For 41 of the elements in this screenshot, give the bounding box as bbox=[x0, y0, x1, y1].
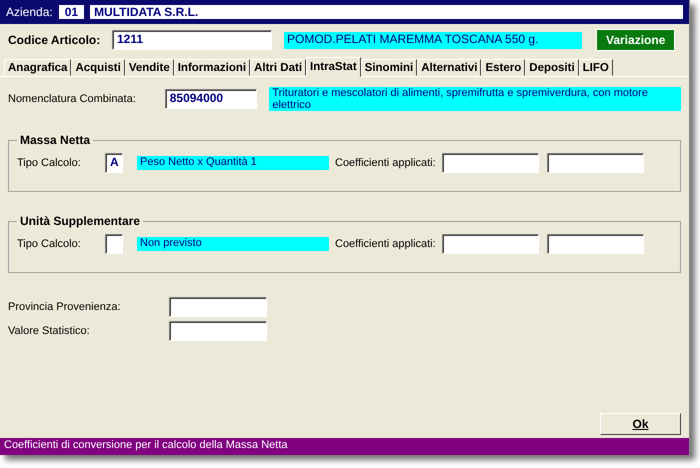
tab[interactable]: Anagrafica bbox=[4, 59, 72, 76]
company-name: MULTIDATA S.R.L. bbox=[90, 5, 683, 19]
article-code-field[interactable]: 1211 bbox=[112, 30, 272, 50]
coefficients-label: Coefficienti applicati: bbox=[335, 157, 436, 169]
group-title: Unità Supplementare bbox=[19, 214, 142, 228]
nomenclature-description: Trituratori e mescolatori di alimenti, spremifrutta e spremiverdura, con motore elettrico bbox=[269, 87, 681, 111]
tab[interactable]: Estero bbox=[481, 59, 526, 76]
tab[interactable]: IntraStat bbox=[306, 57, 361, 77]
tab[interactable]: LIFO bbox=[578, 59, 613, 76]
status-bar: Coefficienti di conversione per il calcolo della Massa Netta bbox=[0, 438, 689, 455]
calc-type-field[interactable] bbox=[105, 234, 123, 254]
article-label: Codice Articolo: bbox=[8, 33, 102, 47]
nomenclature-label: Nomenclatura Combinata: bbox=[8, 93, 137, 105]
tab[interactable]: Informazioni bbox=[174, 59, 250, 76]
tab[interactable]: Alternativi bbox=[417, 59, 482, 76]
company-label: Azienda: bbox=[6, 5, 53, 19]
group-title: Massa Netta bbox=[19, 133, 92, 147]
coefficient-field[interactable] bbox=[442, 234, 539, 254]
calc-type-label: Tipo Calcolo: bbox=[17, 238, 82, 250]
tab[interactable]: Depositi bbox=[525, 59, 579, 76]
field-label: Valore Statistico: bbox=[8, 325, 91, 337]
ok-button[interactable]: Ok bbox=[600, 413, 681, 435]
calc-type-description: Non previsto bbox=[137, 237, 329, 251]
tab[interactable]: Vendite bbox=[124, 59, 174, 76]
calc-type-description: Peso Netto x Quantità 1 bbox=[137, 156, 329, 170]
coefficient-field[interactable] bbox=[546, 153, 644, 173]
tab[interactable]: Acquisti bbox=[71, 59, 125, 76]
field-label: Provincia Provenienza: bbox=[8, 301, 122, 313]
coefficient-field[interactable] bbox=[546, 234, 644, 254]
mode-badge: Variazione bbox=[596, 29, 676, 51]
coefficients-label: Coefficienti applicati: bbox=[335, 238, 436, 250]
input-field[interactable] bbox=[169, 321, 267, 341]
calc-type-label: Tipo Calcolo: bbox=[17, 157, 82, 169]
calc-type-field[interactable]: A bbox=[105, 153, 123, 173]
coefficient-field[interactable] bbox=[442, 153, 539, 173]
nomenclature-field[interactable]: 85094000 bbox=[164, 89, 258, 109]
company-code: 01 bbox=[58, 5, 84, 19]
tab[interactable]: Sinomini bbox=[360, 59, 418, 76]
tab[interactable]: Altri Dati bbox=[250, 59, 306, 76]
input-field[interactable] bbox=[169, 297, 267, 317]
article-description: POMOD.PELATI MAREMMA TOSCANA 550 g. bbox=[284, 32, 582, 48]
